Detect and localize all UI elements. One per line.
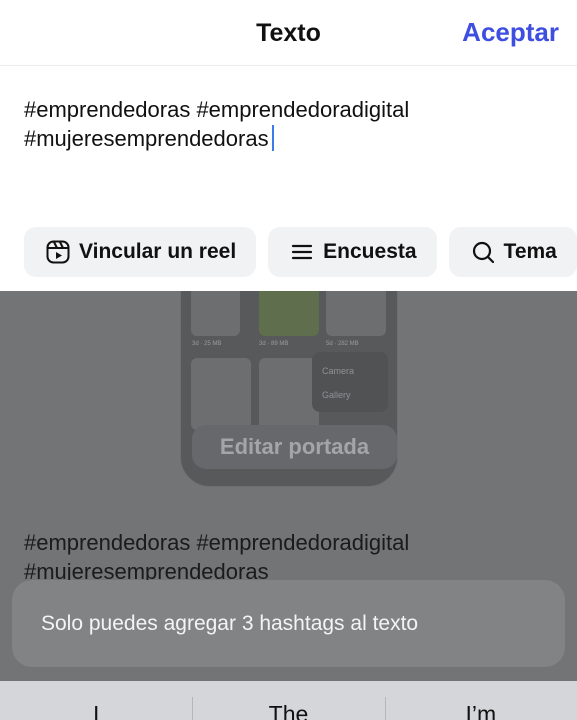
gallery-thumbnail (191, 358, 251, 430)
keyboard-suggestion-bar: I The I’m (0, 681, 577, 720)
gallery-thumbnail (259, 358, 319, 430)
source-menu: Camera Gallery (312, 352, 388, 412)
suggestion-3[interactable]: I’m (384, 681, 577, 720)
poll-chip[interactable]: Encuesta (268, 227, 437, 277)
hashtag-limit-toast: Solo puedes agregar 3 hashtags al texto (12, 580, 565, 667)
header-bar: Texto Aceptar (0, 0, 577, 66)
topic-chip[interactable]: Tema (448, 227, 577, 277)
caption-line-2-text: #mujeresemprendedoras (24, 126, 269, 151)
thumbnail-meta: 3d · 25 MB (192, 341, 222, 347)
gallery-thumbnail (191, 291, 240, 336)
link-reel-label: Vincular un reel (79, 240, 237, 263)
menu-camera: Camera (322, 366, 355, 376)
link-reel-chip[interactable]: Vincular un reel (24, 227, 257, 277)
gallery-thumbnail (259, 291, 319, 336)
topic-label: Tema (503, 240, 557, 263)
toast-message: Solo puedes agregar 3 hashtags al texto (41, 611, 419, 635)
caption-preview-line-1: #emprendedoras #emprendedoradigital (24, 530, 410, 555)
caption-text-input[interactable]: #emprendedoras #emprendedoradigital #muj… (24, 95, 554, 153)
suggestion-1[interactable]: I (0, 681, 192, 720)
accept-button[interactable]: Aceptar (462, 17, 559, 48)
menu-gallery: Gallery (322, 390, 351, 400)
edit-cover-button: Editar portada (192, 425, 397, 469)
gallery-thumbnail (326, 291, 386, 336)
thumbnail-meta: 3d · 89 MB (259, 341, 289, 347)
options-chip-row: Vincular un reel Encuesta Tema (24, 227, 577, 277)
caption-line-1: #emprendedoras #emprendedoradigital (24, 97, 410, 122)
search-icon (470, 239, 496, 265)
caption-line-2: #mujeresemprendedoras (24, 124, 554, 153)
text-caret (271, 125, 274, 151)
poll-label: Encuesta (323, 240, 417, 263)
suggestion-2[interactable]: The (192, 681, 384, 720)
caption-preview: #emprendedoras #emprendedoradigital #muj… (24, 528, 554, 586)
reel-icon (45, 239, 71, 265)
thumbnail-meta: 5d · 282 MB (326, 341, 359, 347)
list-icon (289, 239, 315, 265)
